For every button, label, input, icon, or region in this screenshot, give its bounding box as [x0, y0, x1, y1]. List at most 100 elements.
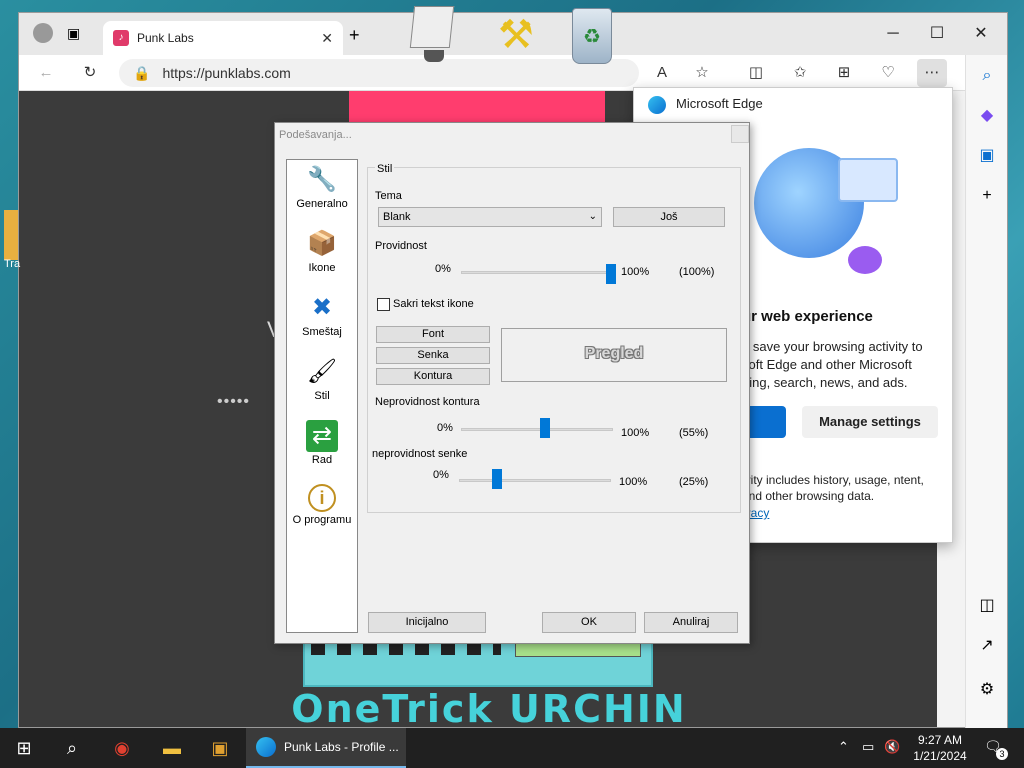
cancel-button[interactable]: Anuliraj — [644, 612, 738, 633]
popup-footer: ivity includes history, usage, ntent, an… — [742, 473, 924, 503]
external-link-icon[interactable]: ↗ — [976, 635, 998, 657]
new-tab-icon[interactable]: + — [349, 25, 360, 46]
taskbar: ⊞ ⌕ ◉ ▬ ▣ Punk Labs - Profile ... ⌃ ▭ 🔇 … — [0, 728, 1024, 768]
shadow-min: 0% — [433, 469, 449, 481]
nav-stil[interactable]: 🖌 Stil — [287, 356, 357, 402]
refresh-icon[interactable]: ↻ — [75, 59, 105, 87]
notepad-desktop-icon[interactable] — [409, 6, 456, 66]
theme-label: Tema — [375, 190, 402, 202]
outline-slider[interactable] — [461, 428, 613, 431]
tab-title: Punk Labs — [137, 31, 194, 45]
transparency-max: 100% — [621, 266, 650, 278]
dialog-close-button[interactable] — [731, 125, 749, 143]
transparency-label: Providnost — [375, 240, 427, 252]
shadow-thumb[interactable] — [492, 469, 502, 489]
collections-icon[interactable]: ⊞ — [829, 59, 859, 87]
chart-illustration — [838, 158, 898, 202]
hide-text-label: Sakri tekst ikone — [393, 298, 474, 310]
taskbar-edge-app[interactable]: Punk Labs - Profile ... — [246, 728, 406, 768]
minimize-button[interactable]: ─ — [871, 21, 915, 47]
search-icon[interactable]: ⌕ — [976, 65, 998, 87]
file-explorer-icon[interactable]: ▬ — [152, 732, 192, 764]
profile-icon[interactable] — [33, 23, 53, 43]
close-tab-icon[interactable]: ✕ — [321, 30, 333, 47]
preview-box: Pregled — [501, 328, 727, 382]
tools-desktop-icon[interactable]: ⚒ — [498, 12, 556, 66]
theme-value: Blank — [383, 211, 411, 223]
default-button[interactable]: Inicijalno — [368, 612, 486, 633]
exchange-icon: ⇄ — [306, 420, 338, 452]
nav-rad[interactable]: ⇄ Rad — [287, 420, 357, 466]
clock-date: 1/21/2024 — [913, 749, 967, 763]
shadow-slider[interactable] — [459, 479, 611, 482]
tab-punk-labs[interactable]: ♪ Punk Labs ✕ — [103, 21, 343, 55]
punk-labs-icon: ♪ — [113, 30, 129, 46]
shadow-max: 100% — [619, 476, 648, 488]
clock[interactable]: 9:27 AM 1/21/2024 — [902, 732, 978, 764]
settings-dialog: Podešavanja... 🔧 Generalno 📦 Ikone ✖ Sme… — [274, 122, 750, 644]
nav-ikone[interactable]: 📦 Ikone — [287, 228, 357, 274]
search-icon[interactable]: ⌕ — [52, 732, 92, 764]
nav-o-programu[interactable]: i O programu — [287, 484, 357, 526]
outline-opacity-label: Neprovidnost kontura — [375, 396, 480, 408]
favorites-icon[interactable]: ✩ — [785, 59, 815, 87]
settings-gear-icon[interactable]: ⚙ — [976, 679, 998, 701]
nav-label: Generalno — [296, 198, 348, 210]
hide-text-checkbox[interactable] — [377, 298, 390, 311]
volume-muted-icon[interactable]: 🔇 — [884, 739, 900, 755]
outline-max: 100% — [621, 427, 650, 439]
close-button[interactable]: ✕ — [959, 21, 1003, 47]
address-bar[interactable]: 🔒 https://punklabs.com — [119, 59, 639, 87]
box-icon: 📦 — [307, 230, 337, 257]
outline-min: 0% — [437, 422, 453, 434]
windows-start-icon[interactable]: ⊞ — [4, 732, 44, 764]
nav-label: O programu — [292, 514, 352, 526]
popup-title: Microsoft Edge — [676, 96, 763, 111]
page-heading: OneTrick URCHIN — [291, 687, 687, 727]
outline-button[interactable]: Kontura — [376, 368, 490, 385]
dialog-title: Podešavanja... — [279, 129, 352, 141]
arrows-icon: ✖ — [311, 294, 333, 321]
theme-select[interactable]: Blank ⌄ — [378, 207, 602, 227]
read-aloud-icon[interactable]: A — [647, 59, 677, 87]
transparency-slider[interactable] — [461, 271, 611, 274]
popup-body: o save your browsing activity to soft Ed… — [742, 339, 923, 390]
notification-count: 3 — [996, 748, 1008, 760]
transparency-min: 0% — [435, 263, 451, 275]
plugin-display — [515, 643, 641, 657]
desktop-folder-icon[interactable] — [4, 210, 18, 260]
lock-icon: 🔒 — [133, 64, 151, 81]
sidebar-toggle-icon[interactable]: ◫ — [976, 595, 998, 617]
font-button[interactable]: Font — [376, 326, 490, 343]
outlook-icon[interactable]: ▣ — [976, 145, 998, 167]
tab-actions-icon[interactable]: ▣ — [67, 25, 80, 42]
shadow-button[interactable]: Senka — [376, 347, 490, 364]
edge-sidebar: ⌕ ◆ ▣ + ◫ ↗ ⚙ — [965, 55, 1007, 729]
add-icon[interactable]: + — [976, 185, 998, 207]
more-icon[interactable]: ⋯ — [917, 59, 947, 87]
nav-generalno[interactable]: 🔧 Generalno — [287, 164, 357, 210]
network-icon[interactable]: ▭ — [862, 739, 874, 755]
info-icon: i — [308, 484, 336, 512]
nav-label: Rad — [311, 454, 333, 466]
back-icon[interactable]: ← — [31, 59, 61, 87]
transparency-value: (100%) — [679, 266, 715, 278]
nav-smestaj[interactable]: ✖ Smeštaj — [287, 292, 357, 338]
transparency-thumb[interactable] — [606, 264, 616, 284]
manage-settings-button[interactable]: Manage settings — [802, 406, 938, 438]
app-icon[interactable]: ▣ — [200, 732, 240, 764]
outline-value: (55%) — [679, 427, 709, 439]
brush-icon: 🖌 — [306, 358, 338, 385]
piggy-bank-illustration — [848, 246, 882, 274]
maximize-button[interactable]: ☐ — [915, 21, 959, 47]
chevron-up-icon[interactable]: ⌃ — [838, 739, 849, 755]
browser-essentials-icon[interactable]: ♡ — [873, 59, 903, 87]
copilot-icon[interactable]: ◆ — [976, 105, 998, 127]
recycle-bin-icon[interactable]: ♻ — [572, 8, 612, 64]
favorite-star-icon[interactable]: ☆ — [687, 59, 717, 87]
split-screen-icon[interactable]: ◫ — [741, 59, 771, 87]
outline-thumb[interactable] — [539, 418, 550, 438]
ok-button[interactable]: OK — [542, 612, 636, 633]
chrome-icon[interactable]: ◉ — [102, 732, 142, 764]
more-button[interactable]: Još — [613, 207, 725, 227]
